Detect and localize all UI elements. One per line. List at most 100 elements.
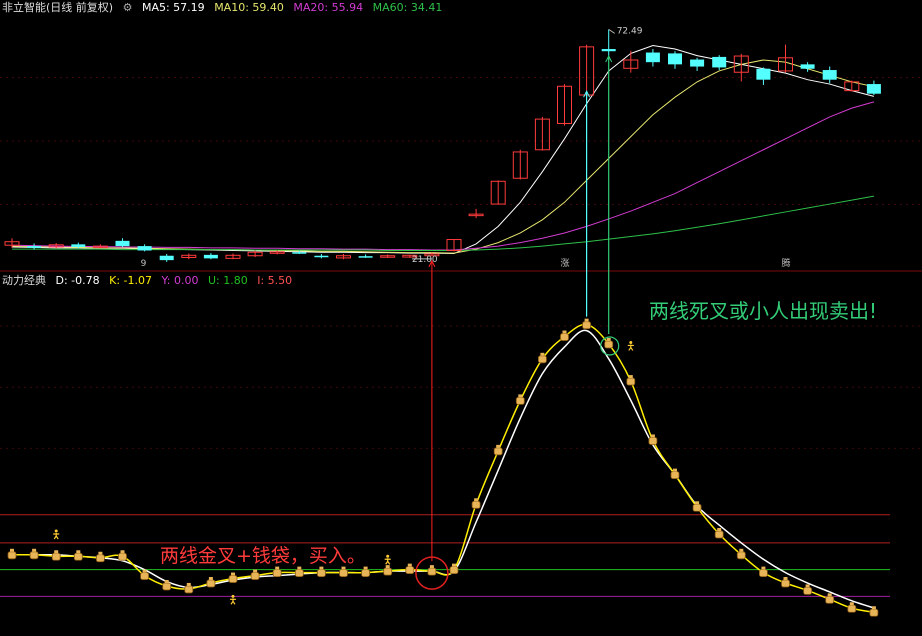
money-bag-neck — [297, 566, 302, 570]
money-bag-neck — [849, 602, 854, 606]
money-bag-body — [206, 579, 216, 588]
money-bag-marker — [803, 584, 812, 595]
money-bag-body — [736, 551, 746, 560]
money-bag-marker — [714, 528, 724, 539]
ma10-value: MA10: 59.40 — [214, 1, 284, 14]
ma-line-ma20 — [11, 101, 875, 251]
money-bag-marker — [96, 551, 105, 563]
money-bag-body — [781, 579, 790, 588]
money-bag-marker — [759, 566, 768, 578]
money-bag-body — [714, 530, 724, 539]
money-bag-body — [604, 340, 614, 349]
money-bag-neck — [208, 577, 213, 581]
money-bag-body — [29, 551, 39, 560]
money-bag-neck — [783, 577, 788, 581]
settings-icon[interactable]: ⚙ — [123, 1, 133, 14]
money-bag-neck — [673, 468, 677, 472]
price-panel-header: 非立智能(日线 前复权) ⚙ MA5: 57.19 MA10: 59.40 MA… — [2, 1, 448, 15]
money-bag-neck — [584, 318, 589, 322]
money-bag-marker — [162, 579, 172, 591]
high-price-label: 72.49 — [617, 26, 643, 36]
candle-body — [314, 255, 329, 258]
date-mark: 涨 — [561, 258, 570, 269]
money-bag-neck — [474, 498, 479, 502]
money-bag-body — [294, 569, 304, 578]
money-bag-marker — [184, 582, 194, 594]
date-mark: 9 — [141, 259, 147, 269]
money-bag-neck — [385, 565, 390, 569]
money-bag-marker — [339, 566, 348, 578]
money-bag-body — [51, 552, 61, 561]
ma60-value: MA60: 34.41 — [372, 1, 443, 14]
money-bag-body — [361, 569, 371, 578]
money-bag-body — [272, 569, 282, 578]
money-bag-body — [582, 321, 591, 330]
little-man-head — [386, 554, 390, 558]
candle-body — [712, 56, 727, 68]
money-bag-marker — [383, 565, 393, 576]
high-pointer — [608, 28, 615, 34]
money-bag-neck — [76, 550, 81, 554]
money-bag-marker — [118, 550, 127, 561]
money-bag-neck — [739, 548, 744, 552]
y-value: Y: 0.00 — [161, 274, 199, 287]
money-bag-body — [405, 566, 415, 575]
money-bag-marker — [206, 577, 216, 588]
candle-body — [866, 84, 881, 94]
candle-body — [822, 70, 837, 80]
ma5-value: MA5: 57.19 — [141, 1, 205, 14]
money-bag-marker — [825, 593, 835, 604]
money-bag-body — [538, 355, 547, 364]
money-bag-body — [759, 569, 768, 578]
money-bag-body — [339, 569, 348, 578]
candle-body — [668, 53, 682, 65]
money-bag-neck — [98, 551, 103, 555]
money-bag-body — [96, 554, 105, 563]
money-bag-body — [228, 575, 238, 583]
money-bag-marker — [294, 566, 304, 578]
money-bag-body — [648, 437, 658, 445]
candle-body — [71, 244, 86, 247]
ma20-value: MA20: 55.94 — [293, 1, 364, 14]
money-bag-neck — [275, 566, 280, 570]
candle-body — [756, 68, 771, 80]
date-mark: 腾 — [782, 257, 791, 269]
money-bag-marker — [847, 602, 857, 613]
money-bag-marker — [250, 569, 260, 580]
little-man-head — [54, 529, 58, 533]
money-bag-body — [73, 552, 83, 561]
d-line — [11, 329, 875, 609]
stock-title[interactable]: 非立智能(日线 前复权) — [2, 1, 113, 14]
money-bag-body — [493, 447, 503, 456]
money-bag-marker — [736, 548, 746, 560]
money-bag-neck — [231, 572, 235, 576]
money-bag-neck — [10, 548, 14, 552]
money-bag-neck — [120, 550, 125, 554]
money-bag-body — [692, 503, 702, 512]
money-bag-body — [383, 567, 393, 576]
ma-line-ma10 — [11, 59, 875, 254]
money-bag-body — [825, 595, 835, 604]
money-bag-neck — [761, 566, 766, 570]
low-price-label: 21.00 — [412, 255, 438, 265]
indicator-panel — [0, 318, 922, 617]
money-bag-marker — [582, 318, 591, 330]
money-bag-neck — [650, 434, 655, 438]
candle-body — [203, 254, 218, 259]
money-bag-marker — [316, 566, 326, 578]
k-line — [11, 323, 875, 613]
money-bag-marker — [29, 548, 39, 560]
little-man-icon — [53, 529, 60, 540]
buy-annotation: 两线金叉+钱袋，买入。 — [160, 545, 366, 567]
candle-body — [137, 246, 152, 251]
money-bag-marker — [405, 563, 415, 575]
money-bag-body — [118, 552, 127, 561]
money-bag-neck — [341, 566, 346, 570]
money-bag-body — [7, 551, 17, 560]
money-bag-neck — [54, 550, 59, 554]
candle-body — [159, 255, 174, 261]
money-bag-marker — [272, 566, 282, 578]
indicator-title[interactable]: 动力经典 — [2, 274, 46, 287]
money-bag-body — [427, 567, 437, 576]
i-value: I: 5.50 — [257, 274, 293, 287]
